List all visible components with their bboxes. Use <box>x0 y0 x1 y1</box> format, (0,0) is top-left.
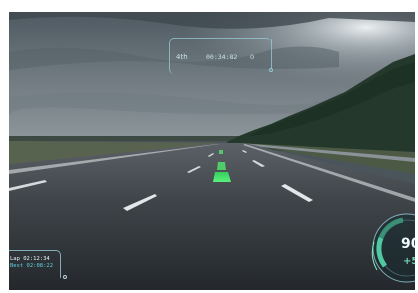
panel-connector-dot <box>269 68 273 72</box>
panel-connector-line <box>271 39 272 69</box>
speedometer: 90 +5 <box>373 206 415 286</box>
speed-readout: 90 <box>401 236 415 252</box>
panel-connector-dot <box>63 275 67 279</box>
race-position: 4th <box>176 53 188 61</box>
lap-info-panel: Lap 02:12:34 Best 02:08:22 <box>9 250 67 279</box>
gear-indicator: +5 <box>403 256 415 267</box>
best-lap-time: Best 02:08:22 <box>10 263 54 269</box>
race-info-panel: 4th 00:34:82 0 <box>169 38 273 74</box>
lap-time: Lap 02:12:34 <box>10 256 50 262</box>
race-timer: 00:34:82 <box>206 53 238 61</box>
race-marker: 0 <box>250 53 255 61</box>
game-viewport: 4th 00:34:82 0 Lap 02:12:34 Best 02:08:2… <box>9 12 415 290</box>
